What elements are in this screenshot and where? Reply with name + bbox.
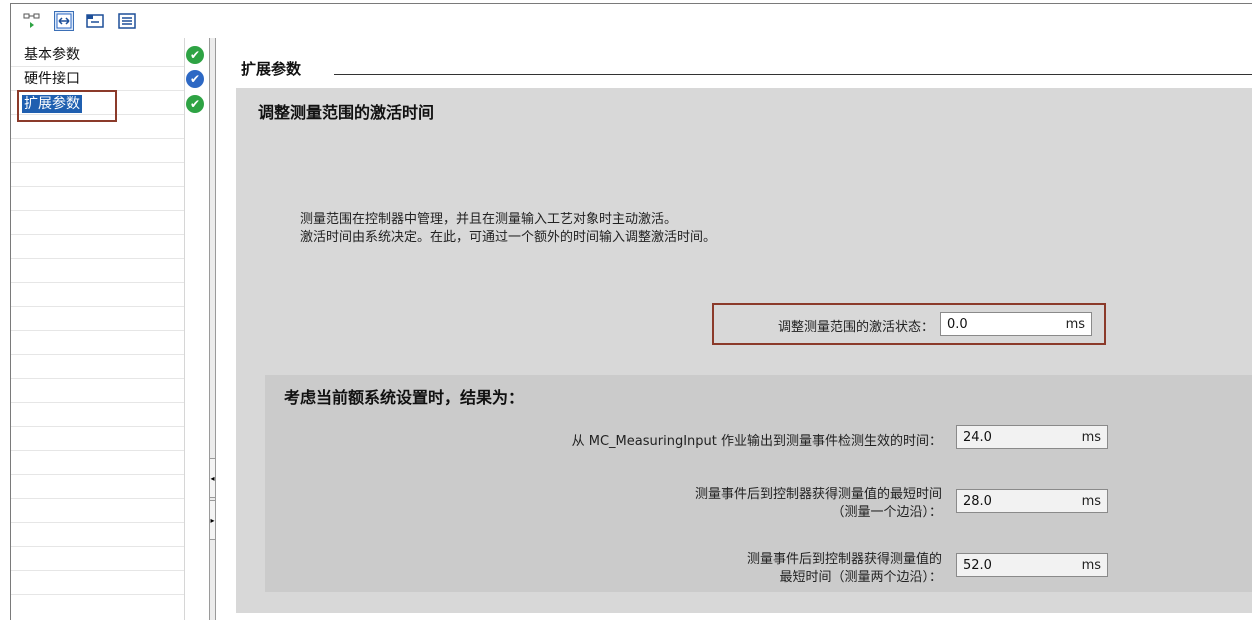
activation-field-label: 调整测量范围的激活状态： <box>777 320 934 335</box>
result-field-3: 52.0 ms <box>956 553 1108 577</box>
info-check-icon: ✔ <box>186 70 204 88</box>
panel-title: 调整测量范围的激活时间 <box>258 103 435 122</box>
result-value-2: 28.0 <box>963 493 992 509</box>
window-frame-top <box>10 3 1252 4</box>
result-label-3-line-2: 最短时间（测量两个边沿）： <box>779 570 942 585</box>
description-line-1: 测量范围在控制器中管理，并且在测量输入工艺对象时主动激活。 <box>300 212 678 227</box>
result-field-2: 28.0 ms <box>956 489 1108 513</box>
sidebar-item-hardware-interface[interactable]: 硬件接口 <box>24 70 80 88</box>
sidebar-item-basic-parameters[interactable]: 基本参数 <box>24 46 80 64</box>
result-label-2-line-2: （测量一个边沿）： <box>831 505 942 520</box>
description-line-2: 激活时间由系统决定。在此，可通过一个额外的时间输入调整激活时间。 <box>300 230 717 245</box>
panel-splitter[interactable]: ◂ ▸ <box>209 38 216 620</box>
activation-time-input[interactable]: 0.0 ms <box>940 312 1092 336</box>
result-label-1: 从 MC_MeasuringInput 作业输出到测量事件检测生效的时间： <box>571 434 942 449</box>
expand-right-icon[interactable]: ▸ <box>210 500 215 540</box>
valid-check-icon: ✔ <box>186 95 204 113</box>
activation-time-value: 0.0 <box>947 316 968 332</box>
section-title: 扩展参数 <box>241 60 302 78</box>
navigation-tree <box>11 38 184 620</box>
result-label-2-line-1: 测量事件后到控制器获得测量值的最短时间 <box>694 487 942 502</box>
result-value-1: 24.0 <box>963 429 992 445</box>
result-value-3: 52.0 <box>963 557 992 573</box>
result-title: 考虑当前额系统设置时，结果为： <box>284 388 525 407</box>
activation-time-unit: ms <box>1065 316 1085 332</box>
result-field-1: 24.0 ms <box>956 425 1108 449</box>
expand-collapse-icon[interactable] <box>54 11 74 31</box>
result-unit-2: ms <box>1081 493 1101 509</box>
collapse-left-icon[interactable]: ◂ <box>210 458 215 498</box>
selection-highlight-box <box>17 90 117 122</box>
list-view-icon[interactable] <box>117 11 137 31</box>
result-unit-1: ms <box>1081 429 1101 445</box>
result-label-3-line-1: 测量事件后到控制器获得测量值的 <box>746 552 942 567</box>
folder-view-icon[interactable] <box>85 11 105 31</box>
valid-check-icon: ✔ <box>186 46 204 64</box>
section-divider <box>334 74 1252 75</box>
navigation-status-column <box>184 38 210 620</box>
result-unit-3: ms <box>1081 557 1101 573</box>
network-view-icon[interactable] <box>22 11 42 31</box>
